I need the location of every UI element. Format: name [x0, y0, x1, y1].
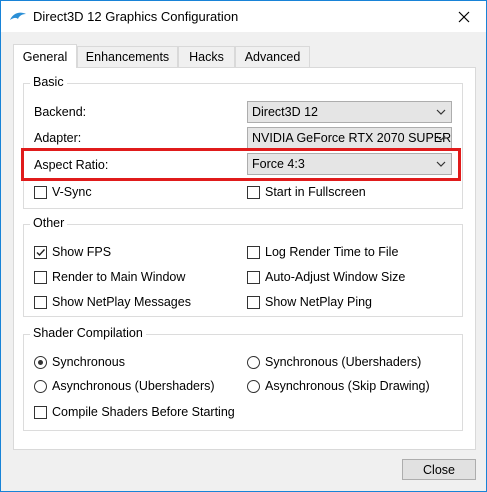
netplay-messages-checkbox[interactable]: Show NetPlay Messages	[34, 295, 191, 309]
checkbox-box	[34, 270, 47, 284]
adapter-select[interactable]: NVIDIA GeForce RTX 2070 SUPER	[247, 127, 452, 149]
netplay-ping-checkbox[interactable]: Show NetPlay Ping	[247, 295, 372, 309]
synchronous-radio[interactable]: Synchronous	[34, 355, 125, 369]
auto-adjust-window-checkbox[interactable]: Auto-Adjust Window Size	[247, 270, 405, 284]
title-bar[interactable]: Direct3D 12 Graphics Configuration	[1, 1, 486, 32]
radio-circle	[34, 379, 47, 393]
compile-before-start-label: Compile Shaders Before Starting	[52, 405, 235, 419]
group-other-title: Other	[30, 216, 68, 230]
synchronous-ubershaders-radio[interactable]: Synchronous (Ubershaders)	[247, 355, 421, 369]
asynchronous-skip-drawing-radio[interactable]: Asynchronous (Skip Drawing)	[247, 379, 430, 393]
log-render-time-checkbox[interactable]: Log Render Time to File	[247, 245, 398, 259]
synchronous-label: Synchronous	[52, 355, 125, 369]
fullscreen-label: Start in Fullscreen	[265, 185, 366, 199]
vsync-label: V-Sync	[52, 185, 92, 199]
tab-hacks[interactable]: Hacks	[178, 46, 235, 67]
group-shader-title: Shader Compilation	[30, 326, 146, 340]
backend-label: Backend:	[34, 105, 87, 119]
checkbox-box	[34, 295, 47, 309]
checkbox-box	[247, 185, 260, 199]
window-title: Direct3D 12 Graphics Configuration	[33, 9, 239, 24]
vsync-checkbox[interactable]: V-Sync	[34, 185, 92, 199]
render-main-window-label: Render to Main Window	[52, 270, 186, 284]
chevron-down-icon	[436, 109, 446, 115]
show-fps-checkbox[interactable]: Show FPS	[34, 245, 111, 259]
asynchronous-ubershaders-label: Asynchronous (Ubershaders)	[52, 379, 215, 393]
checkmark-icon	[36, 248, 46, 256]
log-render-time-label: Log Render Time to File	[265, 245, 399, 259]
checkbox-box	[247, 295, 260, 309]
tab-general[interactable]: General	[13, 44, 77, 68]
synchronous-ubershaders-label: Synchronous (Ubershaders)	[265, 355, 422, 369]
compile-before-start-checkbox[interactable]: Compile Shaders Before Starting	[34, 405, 235, 419]
chevron-down-icon	[436, 135, 446, 141]
asynchronous-ubershaders-radio[interactable]: Asynchronous (Ubershaders)	[34, 379, 215, 393]
close-button[interactable]: Close	[402, 459, 476, 480]
tab-enhancements[interactable]: Enhancements	[77, 46, 178, 67]
dolphin-app-icon	[9, 10, 27, 24]
close-window-icon[interactable]	[442, 1, 486, 32]
render-main-window-checkbox[interactable]: Render to Main Window	[34, 270, 185, 284]
radio-circle	[247, 355, 260, 369]
aspect-ratio-highlight	[21, 148, 461, 181]
asynchronous-skip-drawing-label: Asynchronous (Skip Drawing)	[265, 379, 430, 393]
fullscreen-checkbox[interactable]: Start in Fullscreen	[247, 185, 366, 199]
auto-adjust-window-label: Auto-Adjust Window Size	[265, 270, 406, 284]
adapter-label: Adapter:	[34, 131, 82, 145]
checkbox-box	[247, 245, 260, 259]
checkbox-box	[34, 405, 47, 419]
dialog-window: Direct3D 12 Graphics Configuration Gener…	[0, 0, 487, 492]
checkbox-box	[247, 270, 260, 284]
show-fps-label: Show FPS	[52, 245, 112, 259]
checkbox-box	[34, 245, 47, 259]
adapter-value: NVIDIA GeForce RTX 2070 SUPER	[252, 131, 452, 145]
tab-advanced[interactable]: Advanced	[235, 46, 310, 67]
backend-select[interactable]: Direct3D 12	[247, 101, 452, 123]
radio-circle	[247, 379, 260, 393]
backend-value: Direct3D 12	[252, 105, 318, 119]
radio-circle	[34, 355, 47, 369]
netplay-messages-label: Show NetPlay Messages	[52, 295, 191, 309]
netplay-ping-label: Show NetPlay Ping	[265, 295, 373, 309]
checkbox-box	[34, 185, 47, 199]
group-basic-title: Basic	[30, 75, 67, 89]
